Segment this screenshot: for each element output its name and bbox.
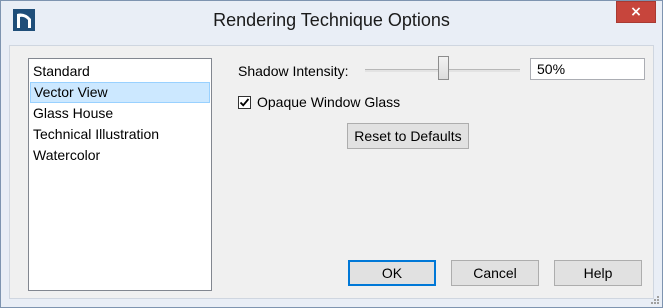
technique-list[interactable]: Standard Vector View Glass House Technic… [28, 58, 212, 291]
shadow-intensity-label: Shadow Intensity: [238, 63, 349, 79]
resize-grip-icon[interactable] [650, 295, 660, 305]
checkmark-icon [239, 97, 250, 107]
reset-defaults-button[interactable]: Reset to Defaults [347, 123, 469, 149]
list-item-standard[interactable]: Standard [29, 61, 211, 82]
list-item-glass-house[interactable]: Glass House [29, 103, 211, 124]
close-icon: × [630, 4, 642, 20]
opaque-glass-checkbox[interactable] [238, 95, 251, 109]
list-item-vector-view[interactable]: Vector View [30, 82, 210, 103]
opaque-glass-option[interactable]: Opaque Window Glass [238, 93, 400, 111]
opaque-glass-label: Opaque Window Glass [257, 94, 401, 110]
dialog-title: Rendering Technique Options [213, 10, 450, 30]
title-bar[interactable]: Rendering Technique Options × [1, 1, 662, 39]
list-item-technical-illustration[interactable]: Technical Illustration [29, 124, 211, 145]
ok-button[interactable]: OK [348, 260, 436, 286]
cancel-button[interactable]: Cancel [451, 260, 539, 286]
shadow-intensity-slider[interactable] [365, 56, 520, 84]
shadow-intensity-input[interactable] [530, 58, 645, 80]
list-item-watercolor[interactable]: Watercolor [29, 145, 211, 166]
help-button[interactable]: Help [554, 260, 642, 286]
dialog-window: Rendering Technique Options × Standard V… [0, 0, 663, 308]
dialog-body: Standard Vector View Glass House Technic… [9, 45, 654, 299]
close-button[interactable]: × [616, 1, 656, 23]
slider-thumb[interactable] [437, 56, 449, 80]
